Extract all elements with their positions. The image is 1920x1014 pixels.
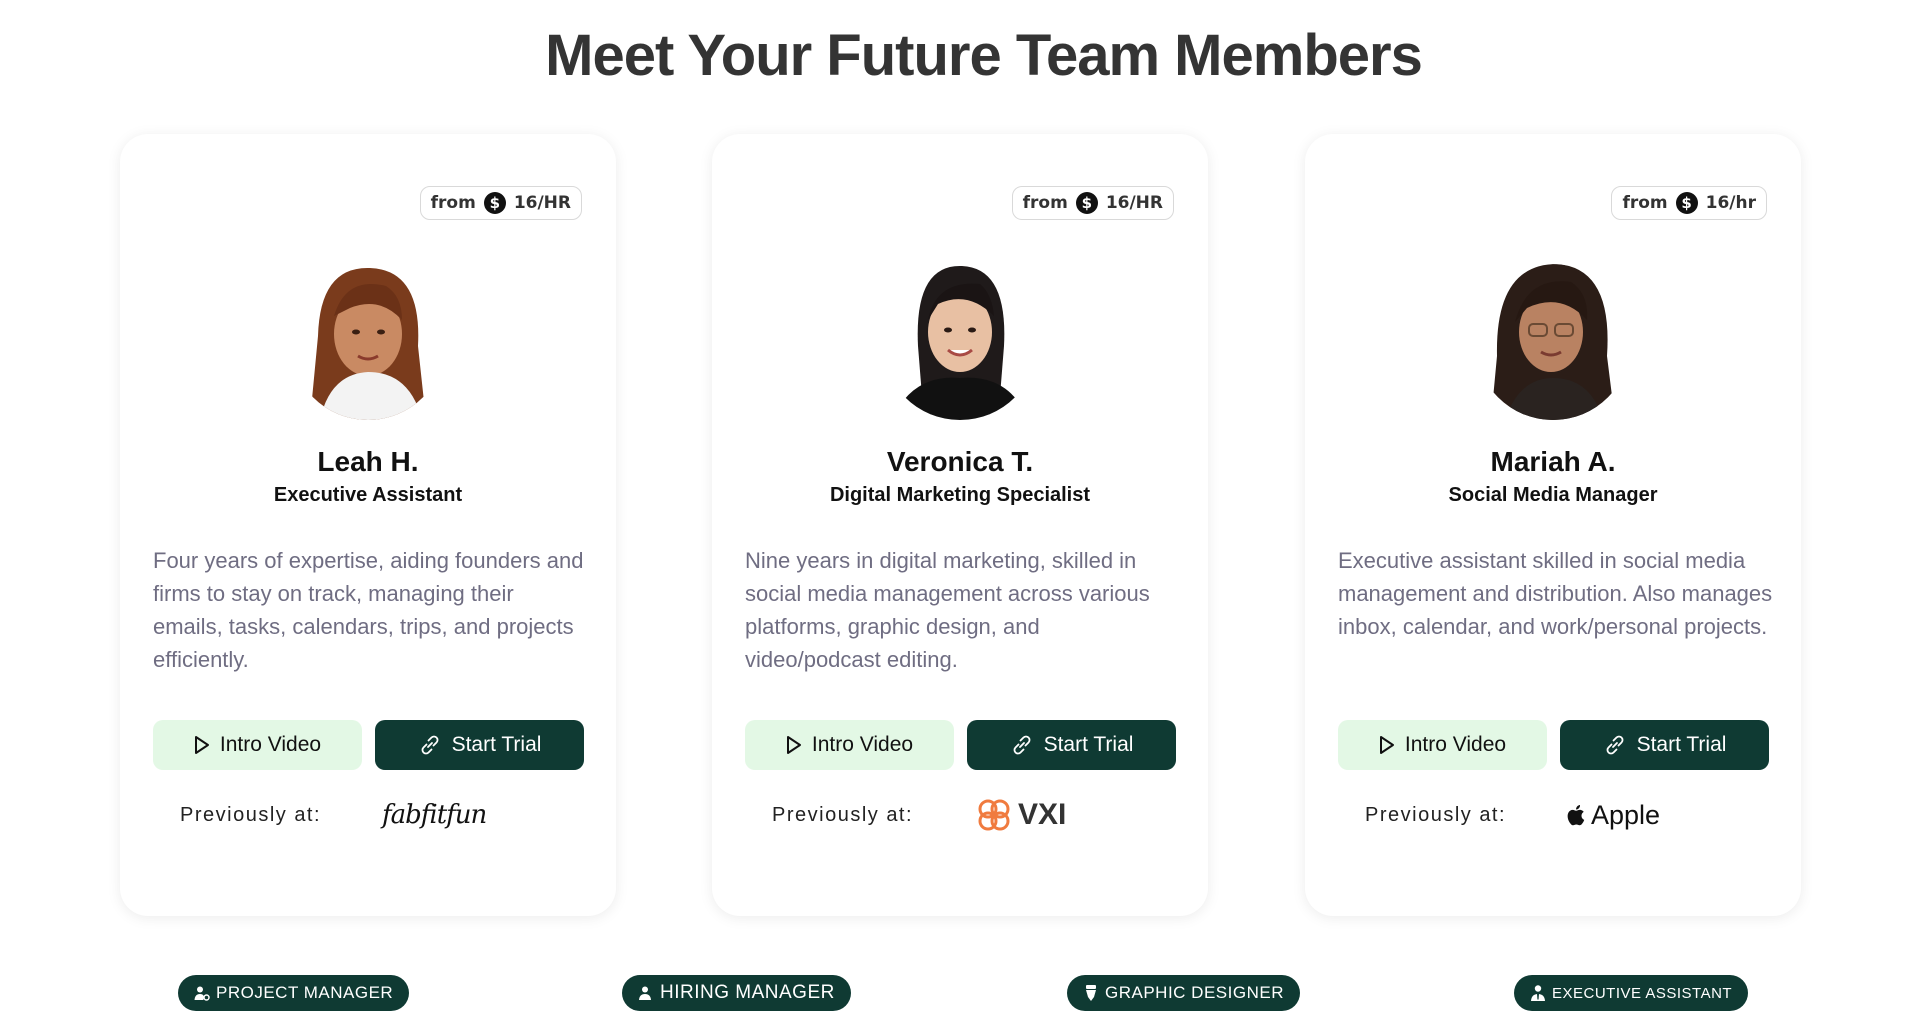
start-trial-button[interactable]: Start Trial [967,720,1176,770]
intro-video-button[interactable]: Intro Video [1338,720,1547,770]
role-tag-label: HIRING MANAGER [660,982,835,1003]
previously-at-label: Previously at: [180,804,322,826]
person-icon [639,986,651,1000]
intro-video-label: Intro Video [811,733,914,756]
role-tag-label: GRAPHIC DESIGNER [1105,983,1284,1002]
rate-value: 16/hr [1705,193,1756,213]
member-bio: Executive assistant skilled in social me… [1338,548,1773,639]
member-bio: Nine years in digital marketing, skilled… [745,548,1150,672]
company-name: Apple [1591,799,1661,830]
role-tag[interactable]: GRAPHIC DESIGNER [1067,975,1300,1011]
avatar [1475,246,1631,420]
rate-prefix: from [430,193,476,213]
company-name: VXI [1018,798,1067,831]
role-tag[interactable]: PROJECT MANAGER [178,975,410,1011]
member-name: Mariah A. [1490,446,1616,477]
play-icon [786,736,801,754]
intro-video-button[interactable]: Intro Video [745,720,954,770]
team-member-card: from $ 16/hr Mariah A. Social Media Mana… [1305,134,1801,916]
team-member-card: from $ 16/HR Leah H. Executive Assistant… [120,134,616,916]
dollar-icon: $ [483,192,506,214]
start-trial-label: Start Trial [451,733,542,756]
intro-video-button[interactable]: Intro Video [153,720,362,770]
member-name: Leah H. [317,446,419,477]
role-tag[interactable]: HIRING MANAGER [622,975,851,1011]
company-logo-apple: Apple [1565,794,1660,836]
start-trial-button[interactable]: Start Trial [1560,720,1769,770]
link-icon [1606,735,1623,755]
member-role: Social Media Manager [1448,484,1658,506]
team-member-card: from $ 16/HR Veronica T. Digital Marketi… [712,134,1208,916]
person-gear-icon [194,986,210,1001]
role-tag-label: EXECUTIVE ASSISTANT [1552,984,1733,1002]
company-logo-fabfitfun: fabfitfun [382,794,487,836]
play-icon [1379,736,1394,754]
company-logo-vxi: VXI [976,794,1066,836]
avatar [882,246,1038,420]
rate-badge: from $ 16/hr [1611,186,1767,220]
start-trial-label: Start Trial [1636,733,1727,756]
rate-value: 16/HR [1105,193,1163,213]
rate-value: 16/HR [513,193,571,213]
person-tie-icon [1531,985,1545,1001]
member-role: Digital Marketing Specialist [829,484,1091,506]
rate-prefix: from [1622,193,1668,213]
rate-badge: from $ 16/HR [419,186,582,220]
page-title: Meet Your Future Team Members [545,23,1423,88]
role-tag[interactable]: EXECUTIVE ASSISTANT [1514,975,1749,1011]
link-icon [421,735,438,755]
play-icon [194,736,209,754]
start-trial-button[interactable]: Start Trial [375,720,584,770]
apple-icon [1567,805,1585,826]
role-tag-label: PROJECT MANAGER [216,983,394,1002]
member-bio: Four years of expertise, aiding founders… [153,548,584,672]
company-name: fabfitfun [382,800,487,830]
previously-at-label: Previously at: [772,804,914,826]
vxi-knot-icon [978,799,1010,831]
previously-at-label: Previously at: [1365,804,1507,826]
link-icon [1013,735,1030,755]
pen-nib-icon [1086,985,1096,1001]
dollar-icon: $ [1075,192,1098,214]
rate-badge: from $ 16/HR [1011,186,1174,220]
start-trial-label: Start Trial [1043,733,1134,756]
intro-video-label: Intro Video [1404,733,1507,756]
member-name: Veronica T. [886,446,1034,477]
rate-prefix: from [1022,193,1068,213]
dollar-icon: $ [1675,192,1698,214]
member-role: Executive Assistant [273,484,463,506]
avatar [290,246,446,420]
intro-video-label: Intro Video [219,733,322,756]
